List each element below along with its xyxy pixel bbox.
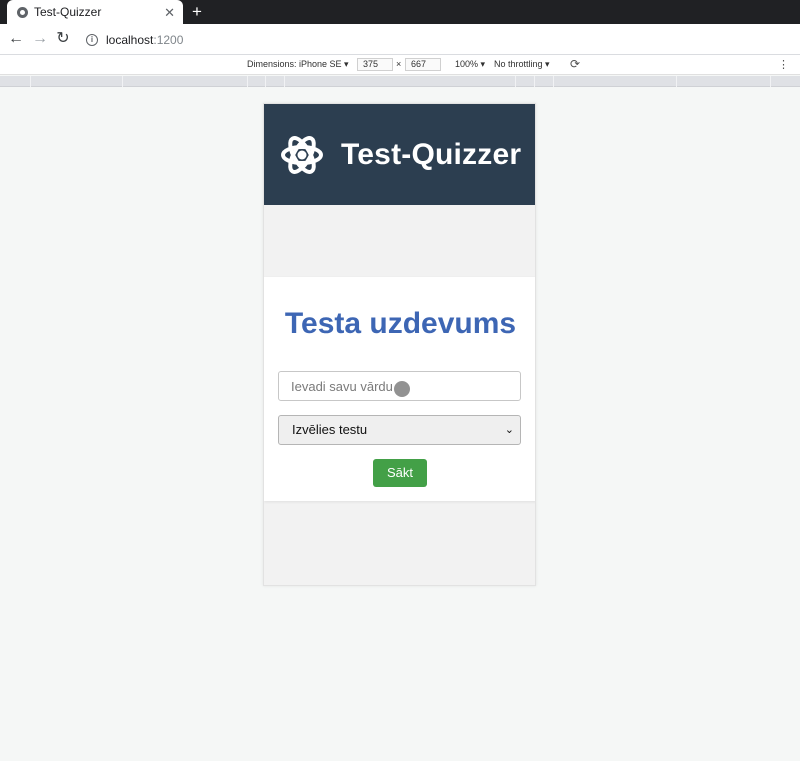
url-host: localhost [106, 32, 154, 47]
app-header: Test-Quizzer [264, 104, 535, 205]
address-bar[interactable]: i localhost:1200 [80, 28, 794, 51]
touch-cursor [394, 381, 410, 397]
ruler-segment[interactable] [284, 76, 285, 87]
browser-tab[interactable]: Test-Quizzer ✕ [7, 0, 183, 24]
reload-button[interactable]: ↻ [53, 29, 73, 49]
tab-strip: Test-Quizzer ✕ + [0, 0, 800, 24]
ruler-segment[interactable] [553, 76, 554, 87]
ruler-segment[interactable] [770, 76, 771, 87]
close-tab-icon[interactable]: ✕ [164, 6, 175, 19]
zoom-dropdown[interactable]: 100% ▾ [455, 59, 485, 70]
info-icon[interactable]: i [86, 33, 98, 46]
quiz-start-card: Testa uzdevums Izvēlies testu ⌄ Sākt [264, 277, 535, 501]
device-viewport: Test-Quizzer Testa uzdevums Izvēlies tes… [263, 103, 536, 586]
more-options-icon[interactable]: ⋮ [778, 58, 789, 71]
back-button[interactable]: ← [6, 29, 26, 49]
chevron-down-icon: ⌄ [504, 424, 514, 436]
tab-title: Test-Quizzer [34, 5, 102, 19]
start-button[interactable]: Sākt [373, 459, 427, 487]
browser-toolbar: ← → ↻ i localhost:1200 [0, 24, 800, 55]
ruler-segment[interactable] [515, 76, 516, 87]
forward-button[interactable]: → [30, 29, 50, 49]
ruler-segment[interactable] [534, 76, 535, 87]
media-query-ruler[interactable] [0, 76, 800, 87]
ruler-segment[interactable] [265, 76, 266, 87]
test-select-value: Izvēlies testu [292, 422, 368, 437]
test-select[interactable]: Izvēlies testu ⌄ [278, 415, 521, 445]
globe-icon [17, 6, 28, 18]
atom-icon [281, 135, 323, 174]
rotate-icon[interactable]: ⟳ [570, 57, 580, 71]
device-height-input[interactable]: 667 [405, 58, 441, 71]
device-dimensions-dropdown[interactable]: Dimensions: iPhone SE ▾ [247, 59, 349, 70]
app-title: Test-Quizzer [341, 137, 522, 171]
device-toolbar: Dimensions: iPhone SE ▾ 375 × 667 100% ▾… [0, 55, 800, 75]
url-port: :1200 [153, 32, 184, 47]
ruler-segment[interactable] [30, 76, 31, 87]
ruler-segment[interactable] [247, 76, 248, 87]
dimension-separator: × [396, 59, 402, 69]
device-width-input[interactable]: 375 [357, 58, 393, 71]
throttling-dropdown[interactable]: No throttling ▾ [494, 59, 550, 70]
ruler-segment[interactable] [122, 76, 123, 87]
new-tab-button[interactable]: + [188, 2, 206, 22]
ruler-segment[interactable] [676, 76, 677, 87]
card-title: Testa uzdevums [284, 307, 517, 340]
